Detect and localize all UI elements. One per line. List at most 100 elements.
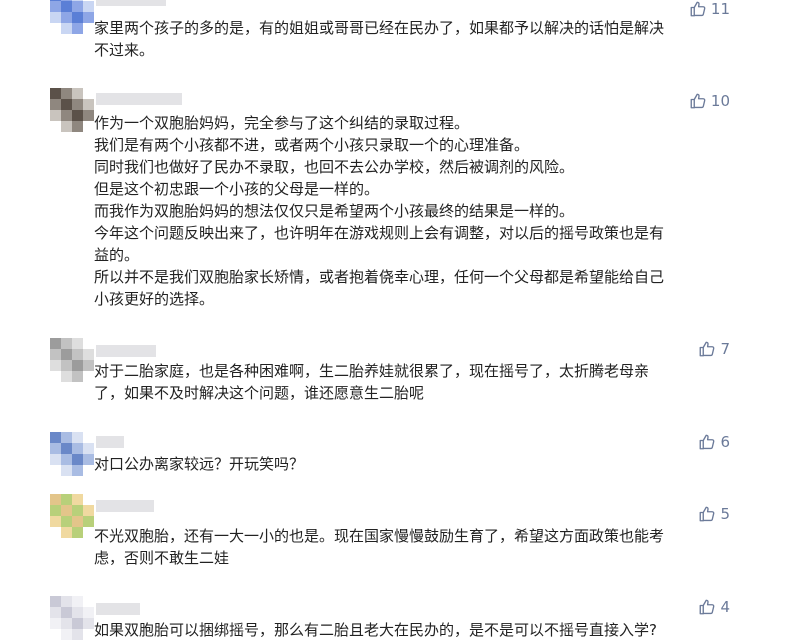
avatar-tile [72, 516, 83, 527]
comment-line: 但是这个初忠跟一个小孩的父母是一样的。 [94, 180, 380, 198]
avatar-tile [72, 596, 83, 607]
avatar-tile [83, 371, 94, 382]
like-button[interactable]: 10 [689, 92, 730, 110]
avatar-tile [72, 465, 83, 476]
avatar-tile [61, 443, 72, 454]
avatar-tile [61, 371, 72, 382]
avatar-tile [61, 349, 72, 360]
like-count: 7 [720, 340, 730, 358]
avatar-tile [83, 88, 94, 99]
avatar-tile [61, 360, 72, 371]
avatar-tile [50, 527, 61, 538]
avatar-tile [72, 23, 83, 34]
comment-line: 了，如果不及时解决这个问题，谁还愿意生二胎呢 [94, 384, 425, 402]
avatar-tile [83, 99, 94, 110]
avatar-tile [50, 618, 61, 629]
avatar[interactable] [50, 432, 94, 476]
avatar-tile [72, 338, 83, 349]
avatar-tile [50, 349, 61, 360]
avatar-tile [61, 454, 72, 465]
like-button[interactable]: 5 [698, 505, 730, 523]
avatar-tile [50, 371, 61, 382]
comment-line: 不光双胞胎，还有一大一小的也是。现在国家慢慢鼓励生育了，希望这方面政策也能考 [94, 527, 665, 545]
like-button[interactable]: 6 [698, 433, 730, 451]
avatar-tile [61, 121, 72, 132]
like-button[interactable]: 7 [698, 340, 730, 358]
comment-line: 益的。 [94, 246, 140, 264]
like-count: 4 [720, 598, 730, 616]
comment-line: 如果双胞胎可以捆绑摇号，那么有二胎且老大在民办的，是不是可以不摇号直接入学? [94, 621, 657, 639]
avatar[interactable] [50, 494, 94, 538]
like-button[interactable]: 11 [689, 0, 730, 18]
comment-text: 作为一个双胞胎妈妈，完全参与了这个纠结的录取过程。 我们是有两个小孩都不进，或者… [94, 112, 734, 310]
comment-line: 而我作为双胞胎妈妈的想法仅仅只是希望两个小孩最终的结果是一样的。 [94, 202, 575, 220]
like-count: 5 [720, 505, 730, 523]
avatar-tile [83, 360, 94, 371]
comment-line: 小孩更好的选择。 [94, 290, 215, 308]
comment-line: 家里两个孩子的多的是，有的姐姐或哥哥已经在民办了，如果都予以解决的话怕是解决 [94, 19, 665, 37]
avatar-tile [83, 454, 94, 465]
comment-text: 不光双胞胎，还有一大一小的也是。现在国家慢慢鼓励生育了，希望这方面政策也能考 虑… [94, 525, 734, 569]
avatar-tile [50, 432, 61, 443]
avatar-tile [61, 1, 72, 12]
thumbs-up-icon [698, 505, 716, 523]
like-button[interactable]: 4 [698, 598, 730, 616]
comment-text: 家里两个孩子的多的是，有的姐姐或哥哥已经在民办了，如果都予以解决的话怕是解决 不… [94, 17, 734, 61]
username-blurred[interactable] [96, 500, 154, 512]
avatar-tile [50, 121, 61, 132]
avatar-tile [61, 494, 72, 505]
avatar-tile [72, 494, 83, 505]
avatar-tile [83, 349, 94, 360]
avatar-tile [50, 23, 61, 34]
avatar-tile [61, 607, 72, 618]
avatar-tile [72, 443, 83, 454]
avatar-tile [50, 607, 61, 618]
comment-line: 不过来。 [94, 41, 155, 59]
avatar-tile [61, 88, 72, 99]
avatar[interactable] [50, 596, 94, 640]
avatar-tile [61, 629, 72, 640]
avatar-tile [61, 99, 72, 110]
like-count: 10 [710, 92, 730, 110]
avatar-tile [61, 618, 72, 629]
username-blurred[interactable] [96, 0, 166, 6]
avatar-tile [50, 629, 61, 640]
comment-line: 同时我们也做好了民办不录取，也回不去公办学校，然后被调剂的风险。 [94, 158, 575, 176]
avatar[interactable] [50, 88, 94, 132]
avatar-tile [72, 454, 83, 465]
avatar-tile [61, 465, 72, 476]
avatar-tile [72, 99, 83, 110]
avatar-tile [50, 505, 61, 516]
username-blurred[interactable] [96, 603, 140, 615]
avatar-tile [50, 88, 61, 99]
thumbs-up-icon [698, 598, 716, 616]
username-blurred[interactable] [96, 93, 182, 105]
thumbs-up-icon [689, 92, 707, 110]
avatar-tile [72, 360, 83, 371]
comment-line: 虑，否则不敢生二娃 [94, 549, 230, 567]
avatar-tile [50, 360, 61, 371]
avatar-tile [61, 527, 72, 538]
comment-text: 如果双胞胎可以捆绑摇号，那么有二胎且老大在民办的，是不是可以不摇号直接入学? [94, 619, 734, 641]
comment-line: 今年这个问题反映出来了，也许明年在游戏规则上会有调整，对以后的摇号政策也是有 [94, 224, 665, 242]
avatar[interactable] [50, 338, 94, 382]
avatar-tile [83, 629, 94, 640]
avatar-tile [72, 607, 83, 618]
avatar-tile [61, 432, 72, 443]
avatar-tile [50, 99, 61, 110]
avatar-tile [72, 1, 83, 12]
avatar-tile [72, 88, 83, 99]
thumbs-up-icon [698, 433, 716, 451]
avatar-tile [72, 505, 83, 516]
avatar-tile [83, 432, 94, 443]
thumbs-up-icon [698, 340, 716, 358]
avatar-tile [72, 527, 83, 538]
avatar-tile [61, 505, 72, 516]
comment-line: 对口公办离家较远？开玩笑吗？ [94, 455, 305, 473]
avatar-tile [50, 338, 61, 349]
comment-text: 对于二胎家庭，也是各种困难啊，生二胎养娃就很累了，现在摇号了，太折腾老母亲 了，… [94, 360, 734, 404]
username-blurred[interactable] [96, 345, 156, 357]
username-blurred[interactable] [96, 436, 124, 448]
avatar-tile [50, 443, 61, 454]
avatar[interactable] [50, 0, 94, 34]
